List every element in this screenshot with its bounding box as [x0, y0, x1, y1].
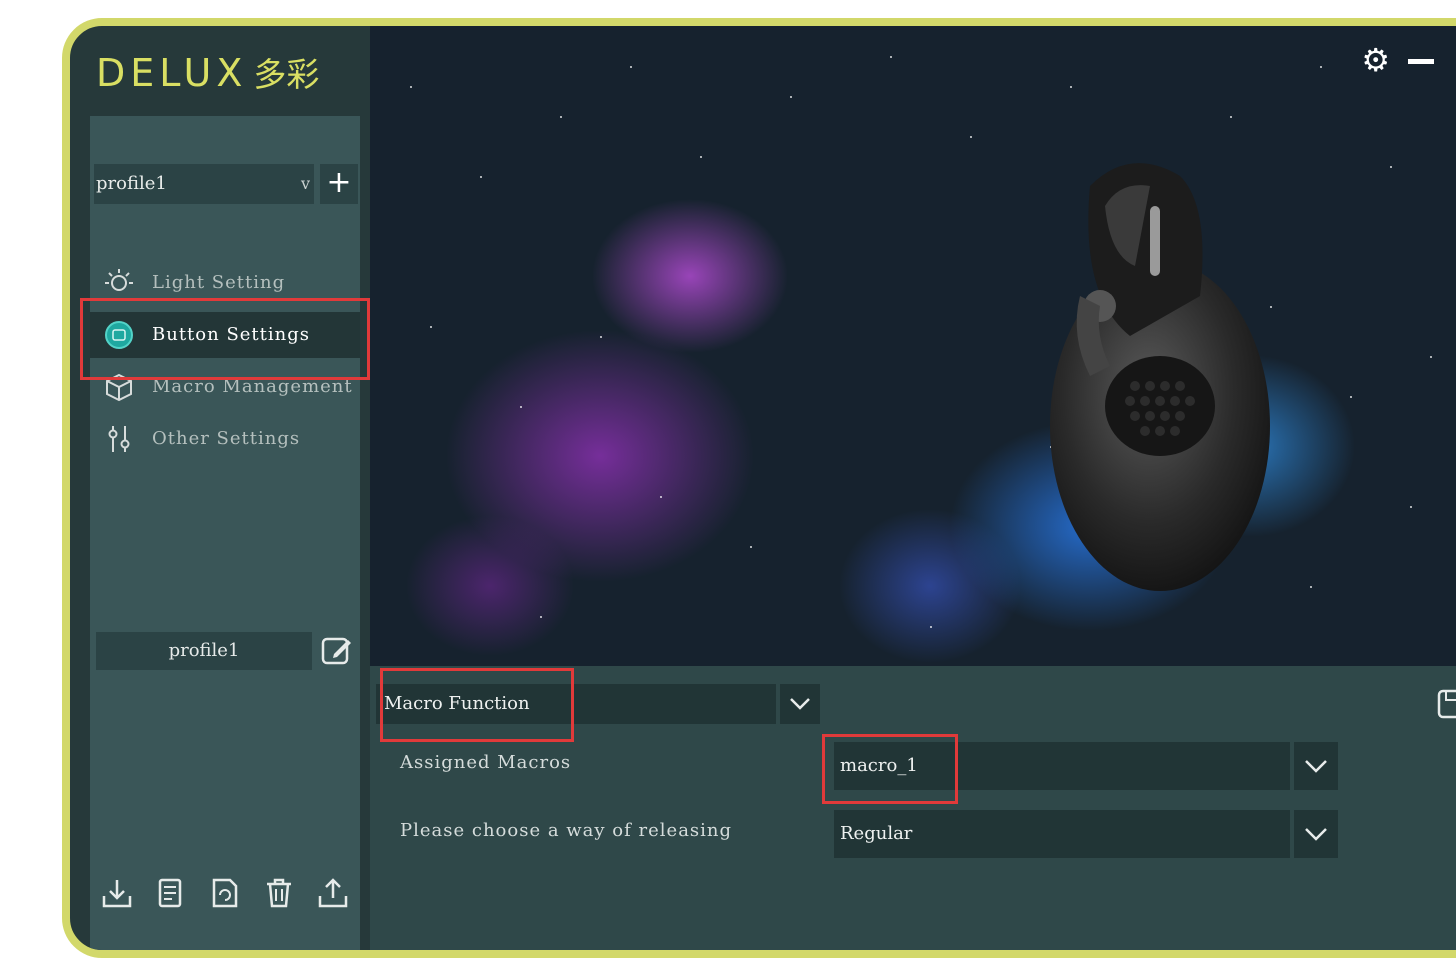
highlight-box-macro	[822, 734, 958, 804]
delux-logo: DELUX 多彩	[96, 48, 320, 95]
gear-icon[interactable]: ⚙	[1361, 44, 1390, 76]
edit-icon[interactable]	[320, 634, 354, 668]
sidebar-item-label: Other Settings	[152, 428, 301, 449]
release-way-value: Regular	[840, 823, 913, 844]
release-way-select[interactable]: Regular	[834, 810, 1290, 858]
button-config-panel: Macro Function Assigned Macros macro_1 P…	[370, 666, 1456, 950]
logo-text: DELUX	[96, 51, 248, 95]
release-way-dropdown-button[interactable]	[1294, 810, 1338, 858]
assigned-macros-label: Assigned Macros	[400, 752, 572, 773]
sidebar-item-other-settings[interactable]: Other Settings	[90, 416, 360, 462]
chevron-down-icon: v	[300, 174, 310, 193]
chevron-down-icon	[1305, 759, 1327, 773]
profile-name-field[interactable]: profile1	[96, 632, 312, 670]
export-icon[interactable]	[316, 876, 350, 910]
app-window: DELUX 多彩 ⚙ profile1 v + Light Setting Bu…	[62, 18, 1456, 958]
chevron-down-icon	[1305, 827, 1327, 841]
logo-cn: 多彩	[253, 55, 320, 94]
assigned-macro-dropdown-button[interactable]	[1294, 742, 1338, 790]
sidebar-bottom-toolbar	[90, 876, 360, 910]
trash-icon[interactable]	[262, 876, 296, 910]
refresh-file-icon[interactable]	[208, 876, 242, 910]
import-icon[interactable]	[100, 876, 134, 910]
sliders-icon	[108, 426, 130, 452]
highlight-box-function	[380, 668, 574, 742]
sidebar: profile1 v + Light Setting Button Settin…	[90, 116, 360, 950]
profile-select-value: profile1	[96, 173, 167, 194]
profile-select[interactable]: profile1 v	[94, 164, 314, 204]
minimize-icon[interactable]	[1408, 58, 1434, 64]
light-bulb-icon	[105, 269, 133, 291]
chevron-down-icon	[790, 698, 810, 710]
mouse-image	[1050, 163, 1270, 591]
release-way-label: Please choose a way of releasing	[400, 820, 733, 841]
galaxy-background	[370, 26, 1456, 666]
document-icon[interactable]	[154, 876, 188, 910]
window-controls: ⚙	[1361, 44, 1434, 76]
function-dropdown-button[interactable]	[780, 684, 820, 724]
highlight-box-button-settings	[80, 298, 370, 380]
save-icon[interactable]	[1436, 688, 1456, 720]
add-profile-button[interactable]: +	[320, 164, 358, 204]
